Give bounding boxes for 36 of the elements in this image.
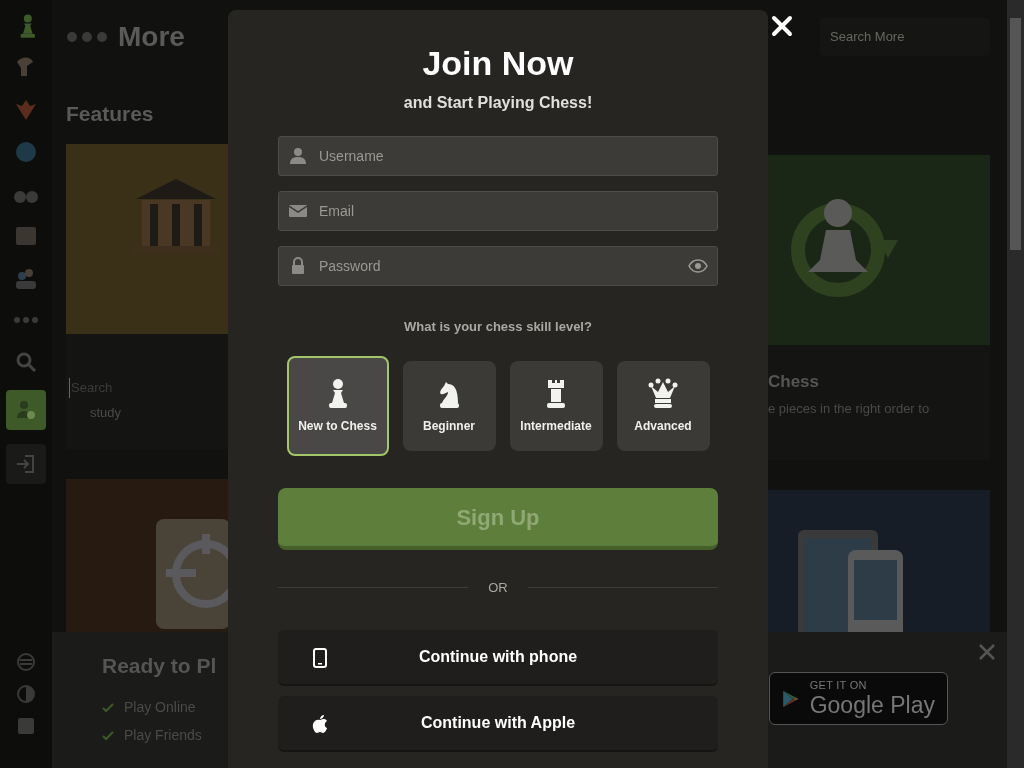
check-icon	[102, 730, 114, 741]
card-title: Chess	[768, 371, 821, 393]
text-field[interactable]: Email	[278, 190, 718, 231]
apple-icon	[311, 713, 329, 734]
person-add-icon	[14, 398, 38, 422]
provider-button[interactable]: Continue with phone	[278, 629, 718, 686]
user-icon	[289, 146, 307, 165]
text-field[interactable]: Username	[278, 135, 718, 176]
contrast-icon[interactable]	[16, 684, 36, 704]
page-title: More	[118, 20, 185, 54]
check-icon	[102, 702, 114, 713]
scrollbar-thumb[interactable]	[1010, 18, 1021, 250]
dots-icon	[66, 31, 108, 43]
skill-option[interactable]: Beginner	[402, 361, 496, 451]
provider-button[interactable]: Continue with Apple	[278, 695, 718, 752]
queen-icon	[647, 377, 679, 409]
dialog-subtitle: and Start Playing Chess!	[403, 92, 593, 113]
question-text: What is your chess skill level?	[404, 317, 592, 336]
login-button[interactable]	[6, 444, 46, 484]
skill-option[interactable]: Intermediate	[509, 361, 603, 451]
skill-option[interactable]: New to Chess	[286, 356, 389, 456]
skill-option[interactable]: Advanced	[616, 361, 710, 451]
lock-icon	[289, 256, 307, 275]
globe-icon[interactable]	[16, 652, 36, 672]
store-caption: GET IT ON	[809, 680, 868, 691]
eye-icon[interactable]	[688, 258, 708, 273]
store-badge[interactable]: GET IT ON Google Play	[769, 672, 948, 725]
signup-button[interactable]	[6, 390, 46, 430]
dialog-title: Join Now	[422, 43, 574, 84]
divider-text: OR	[488, 579, 508, 597]
store-name: Google Play	[809, 694, 935, 717]
phone-icon	[311, 647, 329, 668]
section-heading: Features	[66, 101, 155, 127]
text-field[interactable]: Password	[278, 245, 718, 286]
banner-title: Ready to Pl	[102, 653, 217, 679]
login-icon	[15, 453, 37, 475]
